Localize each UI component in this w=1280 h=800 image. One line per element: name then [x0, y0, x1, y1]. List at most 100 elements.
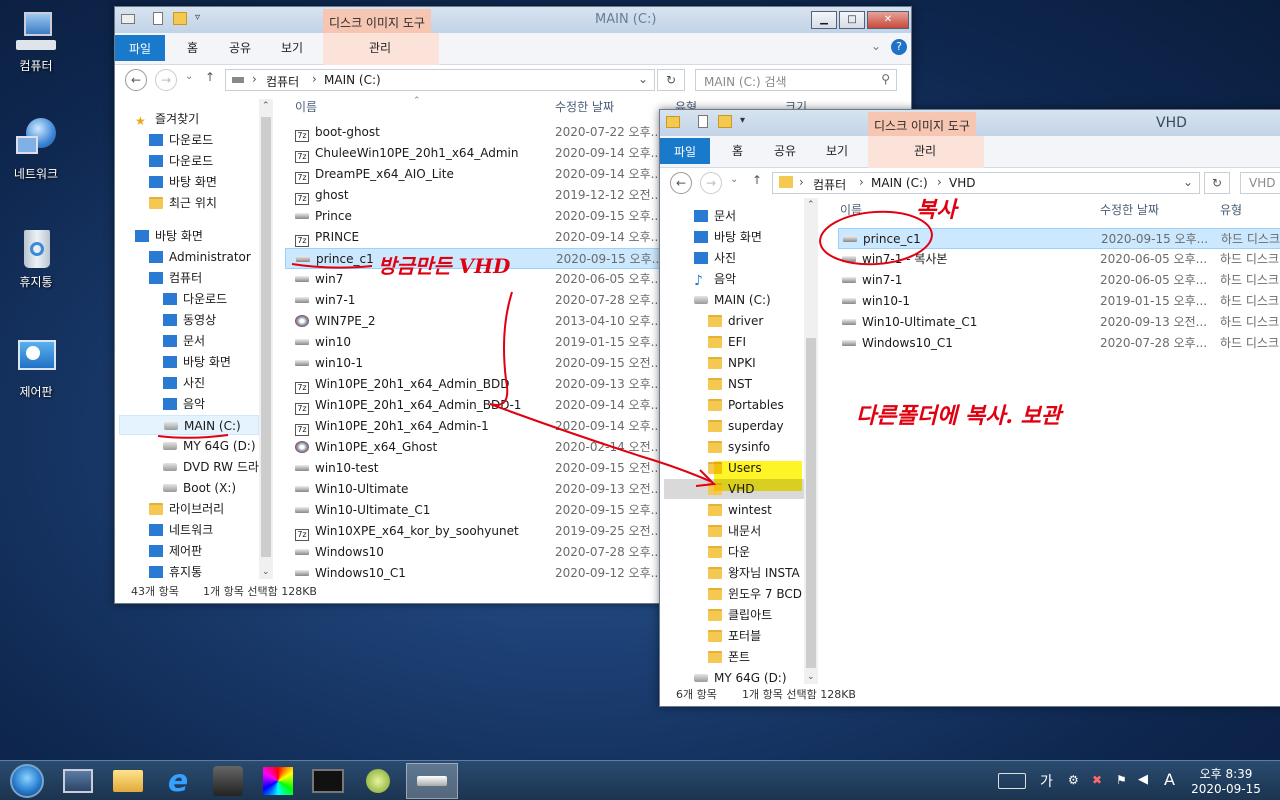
nav-item[interactable]: 바탕 화면: [163, 352, 231, 372]
nav-item[interactable]: 최근 위치: [149, 193, 217, 213]
breadcrumb-computer[interactable]: 컴퓨터: [266, 73, 299, 90]
refresh-button[interactable]: ↻: [657, 69, 685, 91]
nav-item[interactable]: EFI: [708, 332, 746, 352]
nav-item[interactable]: 바탕 화면: [149, 172, 217, 192]
chevron-down-icon[interactable]: ⌄: [1183, 175, 1193, 189]
nav-item[interactable]: 왕자님 INSTA: [708, 563, 800, 583]
ribbon-expand-icon[interactable]: ⌄: [871, 39, 881, 53]
breadcrumb-computer[interactable]: 컴퓨터: [813, 176, 846, 193]
language-indicator[interactable]: A: [1164, 770, 1175, 789]
nav-item[interactable]: Boot (X:): [163, 478, 236, 498]
taskbar-app-olive[interactable]: [356, 763, 400, 799]
nav-item[interactable]: MY 64G (D:): [694, 668, 787, 684]
file-row[interactable]: win7-1 - 복사본 2020-06-05 오후... 하드 디스크: [838, 249, 1280, 270]
nav-item[interactable]: 제어판: [149, 541, 202, 561]
clock-date[interactable]: 2020-09-15: [1186, 782, 1266, 796]
qat-dropdown-icon[interactable]: ▾: [740, 115, 745, 126]
nav-item[interactable]: ♪ 음악: [694, 269, 736, 289]
tab-file[interactable]: 파일: [660, 138, 711, 164]
nav-item[interactable]: sysinfo: [708, 437, 770, 457]
nav-item[interactable]: 폰트: [708, 647, 750, 667]
taskbar-app-ie[interactable]: e: [156, 763, 200, 799]
nav-item[interactable]: 바탕 화면: [694, 227, 762, 247]
file-row[interactable]: Windows10_C1 2020-07-28 오후... 하드 디스크: [838, 333, 1280, 354]
context-tab-disk-image-tools[interactable]: 디스크 이미지 도구: [868, 112, 976, 138]
refresh-button[interactable]: ↻: [1204, 172, 1230, 194]
nav-item[interactable]: Administrator: [149, 247, 251, 267]
nav-item[interactable]: 휴지통: [149, 562, 202, 579]
tab-home[interactable]: 홈: [187, 39, 198, 56]
nav-item[interactable]: NST: [708, 374, 752, 394]
desktop-icon-control-panel[interactable]: 제어판: [6, 336, 66, 400]
up-button[interactable]: ↑: [205, 70, 215, 84]
keyboard-icon[interactable]: [998, 773, 1026, 789]
taskbar-app-taskmgr[interactable]: [56, 763, 100, 799]
ime-indicator[interactable]: 가: [1040, 771, 1053, 791]
nav-scrollbar[interactable]: ⌃ ⌄: [804, 198, 818, 684]
new-folder-icon[interactable]: [718, 115, 732, 128]
nav-item[interactable]: DVD RW 드라이: [163, 457, 259, 477]
column-type[interactable]: 유형: [1220, 198, 1242, 222]
desktop-icon-recycle-bin[interactable]: 휴지통: [6, 226, 66, 290]
recent-locations-icon[interactable]: ⌄: [730, 174, 738, 185]
help-icon[interactable]: ?: [891, 39, 907, 55]
column-date[interactable]: 수정한 날짜: [555, 95, 614, 119]
minimize-button[interactable]: ▁: [811, 11, 837, 29]
nav-item[interactable]: 컴퓨터: [149, 268, 202, 288]
back-button[interactable]: ←: [670, 172, 692, 194]
nav-item[interactable]: 문서: [694, 206, 736, 226]
maximize-button[interactable]: □: [839, 11, 865, 29]
tab-file[interactable]: 파일: [115, 35, 166, 61]
recent-locations-icon[interactable]: ⌄: [185, 71, 193, 82]
tab-view[interactable]: 보기: [826, 142, 848, 159]
taskbar-app-color[interactable]: [256, 763, 300, 799]
nav-item[interactable]: 윈도우 7 BCD: [708, 584, 802, 604]
address-bar[interactable]: › 컴퓨터 › MAIN (C:) ⌄: [225, 69, 655, 91]
context-tab-disk-image-tools[interactable]: 디스크 이미지 도구: [323, 9, 431, 33]
file-row[interactable]: Win10-Ultimate_C1 2020-09-13 오전... 하드 디스크: [838, 312, 1280, 333]
back-button[interactable]: ←: [125, 69, 147, 91]
column-name[interactable]: 이름: [840, 198, 862, 222]
taskbar-app-monitor[interactable]: [306, 763, 350, 799]
nav-item[interactable]: ★ 즐겨찾기: [135, 109, 199, 129]
desktop-icon-computer[interactable]: 컴퓨터: [6, 10, 66, 74]
properties-icon[interactable]: [153, 12, 163, 25]
desktop-icon-network[interactable]: 네트워크: [6, 118, 66, 182]
nav-item[interactable]: 라이브러리: [149, 499, 224, 519]
nav-item[interactable]: 사진: [163, 373, 205, 393]
taskbar-app-disk-active[interactable]: [406, 763, 458, 799]
column-name[interactable]: 이름: [295, 95, 317, 119]
network-error-icon[interactable]: ✖: [1092, 773, 1102, 787]
nav-item[interactable]: 네트워크: [149, 520, 213, 540]
nav-item[interactable]: 다운로드: [149, 130, 213, 150]
taskbar-app-explorer[interactable]: [106, 763, 150, 799]
nav-item[interactable]: MAIN (C:): [119, 415, 259, 435]
taskbar-app-transformer[interactable]: [206, 763, 250, 799]
nav-item[interactable]: 포터블: [708, 626, 761, 646]
tab-view[interactable]: 보기: [281, 39, 303, 56]
tab-share[interactable]: 공유: [229, 39, 251, 56]
nav-item[interactable]: 다운: [708, 542, 750, 562]
nav-item[interactable]: MAIN (C:): [694, 290, 771, 310]
qat-dropdown-icon[interactable]: ▿: [195, 12, 200, 23]
new-folder-icon[interactable]: [173, 12, 187, 25]
nav-item[interactable]: Portables: [708, 395, 784, 415]
nav-item[interactable]: wintest: [708, 500, 772, 520]
breadcrumb-drive[interactable]: MAIN (C:): [324, 73, 381, 87]
start-button[interactable]: [4, 763, 50, 799]
properties-icon[interactable]: [698, 115, 708, 128]
nav-item[interactable]: 다운로드: [149, 151, 213, 171]
close-button[interactable]: ✕: [867, 11, 909, 29]
nav-item[interactable]: 클립아트: [708, 605, 772, 625]
forward-button[interactable]: →: [155, 69, 177, 91]
column-date[interactable]: 수정한 날짜: [1100, 198, 1159, 222]
tab-manage[interactable]: 관리: [914, 142, 936, 159]
clock-time[interactable]: 오후 8:39: [1196, 765, 1256, 782]
forward-button[interactable]: →: [700, 172, 722, 194]
nav-item[interactable]: MY 64G (D:): [163, 436, 256, 456]
nav-item[interactable]: 동영상: [163, 310, 216, 330]
tab-home[interactable]: 홈: [732, 142, 743, 159]
tab-manage[interactable]: 관리: [369, 39, 391, 56]
breadcrumb-drive[interactable]: MAIN (C:): [871, 176, 928, 190]
file-row[interactable]: prince_c1 2020-09-15 오후... 하드 디스크: [838, 228, 1280, 249]
